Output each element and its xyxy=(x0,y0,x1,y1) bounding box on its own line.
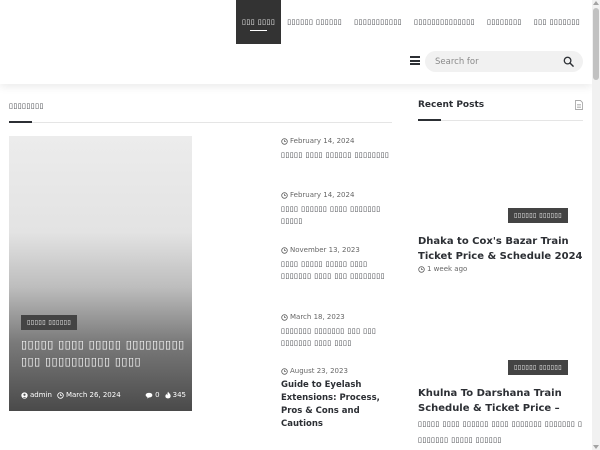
nav-item-4[interactable]: ▯▯▯▯▯▯▯▯▯▯▯▯▯▯ xyxy=(408,0,481,44)
search-input[interactable] xyxy=(435,54,555,69)
post-date: August 23, 2023 xyxy=(290,367,348,375)
post-title[interactable]: ▯▯▯▯ ▯▯▯▯▯ ▯▯▯▯▯ ▯▯▯▯ ▯▯▯▯▯▯▯ ▯▯▯▯ ▯▯▯ ▯… xyxy=(281,258,393,282)
nav-item-6[interactable]: ▯▯▯ ▯▯▯▯▯▯▯ xyxy=(528,0,586,44)
list-item[interactable]: August 23, 2023 Guide to Eyelash Extensi… xyxy=(281,367,393,431)
sidebar-post-title-text[interactable]: Khulna To Darshana Train Schedule & Tick… xyxy=(418,388,562,414)
section-title: ▯▯▯▯▯▯▯▯ xyxy=(9,102,44,110)
main-nav: ▯▯▯ ▯▯▯▯ ▯▯▯▯▯▯ ▯▯▯▯▯▯ ▯▯▯▯▯▯▯▯▯▯▯ ▯▯▯▯▯… xyxy=(236,0,600,44)
user-icon xyxy=(21,391,28,399)
clock-icon xyxy=(281,313,288,321)
clock-icon xyxy=(281,191,288,199)
site-header: ▯▯▯ ▯▯▯▯ ▯▯▯▯▯▯ ▯▯▯▯▯▯ ▯▯▯▯▯▯▯▯▯▯▯ ▯▯▯▯▯… xyxy=(0,0,600,84)
clock-icon xyxy=(57,391,64,399)
list-item[interactable]: February 14, 2024 ▯▯▯▯ ▯▯▯▯▯▯ ▯▯▯▯ ▯▯▯▯▯… xyxy=(281,191,393,227)
featured-views-count: 345 xyxy=(172,391,186,399)
featured-post-title[interactable]: ▯▯▯▯▯ ▯▯▯▯ ▯▯▯▯▯ ▯▯▯▯▯▯▯▯▯ ▯▯▯ ▯▯▯▯▯▯▯▯▯… xyxy=(21,336,186,370)
sidebar-post-date: 1 week ago xyxy=(427,265,468,273)
sidebar-title: Recent Posts xyxy=(418,100,485,110)
featured-date: March 26, 2024 xyxy=(65,391,121,399)
post-title[interactable]: Guide to Eyelash Extensions: Process, Pr… xyxy=(281,379,393,431)
featured-comments-count[interactable]: 0 xyxy=(155,391,159,399)
post-date: February 14, 2024 xyxy=(290,137,355,145)
post-date: November 13, 2023 xyxy=(290,246,360,254)
document-icon xyxy=(575,100,583,110)
list-item[interactable]: February 14, 2024 ▯▯▯▯▯ ▯▯▯▯ ▯▯▯▯▯▯ ▯▯▯▯… xyxy=(281,137,393,161)
fire-icon xyxy=(165,391,171,399)
section-divider xyxy=(9,122,392,123)
sidebar-post-meta: 1 week ago xyxy=(418,265,467,273)
nav-item-2[interactable]: ▯▯▯▯▯▯ ▯▯▯▯▯▯ xyxy=(281,0,348,44)
hamburger-menu-icon[interactable] xyxy=(410,56,420,65)
section-divider-accent xyxy=(9,121,32,123)
scroll-thumb[interactable] xyxy=(593,8,599,80)
search-box xyxy=(425,51,583,72)
post-title[interactable]: ▯▯▯▯▯▯▯ ▯▯▯▯▯▯▯ ▯▯▯ ▯▯▯ ▯▯▯▯▯▯▯ ▯▯▯▯ ▯▯▯… xyxy=(281,325,393,349)
sidebar-divider-accent xyxy=(418,119,441,121)
nav-item-home[interactable]: ▯▯▯ ▯▯▯▯ xyxy=(236,0,282,44)
list-item[interactable]: March 18, 2023 ▯▯▯▯▯▯▯ ▯▯▯▯▯▯▯ ▯▯▯ ▯▯▯ ▯… xyxy=(281,313,393,349)
nav-item-5[interactable]: ▯▯▯▯▯▯▯▯ xyxy=(481,0,528,44)
search-icon[interactable] xyxy=(563,56,574,67)
sidebar-category-badge[interactable]: ▯▯▯▯▯▯ ▯▯▯▯▯▯ xyxy=(508,360,569,375)
post-title[interactable]: ▯▯▯▯ ▯▯▯▯▯▯ ▯▯▯▯ ▯▯▯▯▯▯▯ ▯▯▯▯▯ xyxy=(281,203,393,227)
list-item[interactable]: November 13, 2023 ▯▯▯▯ ▯▯▯▯▯ ▯▯▯▯▯ ▯▯▯▯ … xyxy=(281,246,393,282)
featured-post[interactable]: ▯▯▯▯▯ ▯▯▯▯▯▯ ▯▯▯▯▯ ▯▯▯▯ ▯▯▯▯▯ ▯▯▯▯▯▯▯▯▯ … xyxy=(9,136,192,411)
nav-item-3[interactable]: ▯▯▯▯▯▯▯▯▯▯▯ xyxy=(348,0,408,44)
post-date: March 18, 2023 xyxy=(290,313,345,321)
featured-category-badge[interactable]: ▯▯▯▯▯ ▯▯▯▯▯▯ xyxy=(21,315,78,330)
comment-icon xyxy=(145,392,153,398)
page-scrollbar[interactable] xyxy=(592,0,600,450)
sidebar-category-badge[interactable]: ▯▯▯▯▯▯ ▯▯▯▯▯▯ xyxy=(508,208,569,223)
post-title[interactable]: ▯▯▯▯▯ ▯▯▯▯ ▯▯▯▯▯▯ ▯▯▯▯▯▯▯▯ xyxy=(281,149,393,161)
clock-icon xyxy=(418,265,425,273)
sidebar-divider xyxy=(418,120,583,121)
featured-post-meta: admin March 26, 2024 0 345 xyxy=(21,391,186,399)
clock-icon xyxy=(281,367,288,375)
sidebar-post-title-extra[interactable]: ▯▯▯▯▯ ▯▯▯▯ ▯▯▯▯▯▯ ▯▯▯▯ ▯▯▯▯▯▯▯ ▯▯▯▯▯▯▯ ▯… xyxy=(418,420,582,444)
featured-author[interactable]: admin xyxy=(30,391,52,399)
post-date: February 14, 2024 xyxy=(290,191,355,199)
clock-icon xyxy=(281,137,288,145)
clock-icon xyxy=(281,246,288,254)
scroll-up-arrow-icon[interactable] xyxy=(593,1,599,5)
scroll-down-arrow-icon[interactable] xyxy=(593,445,599,449)
sidebar-post-title[interactable]: Khulna To Darshana Train Schedule & Tick… xyxy=(418,386,583,448)
sidebar-post-title[interactable]: Dhaka to Cox's Bazar Train Ticket Price … xyxy=(418,234,583,264)
